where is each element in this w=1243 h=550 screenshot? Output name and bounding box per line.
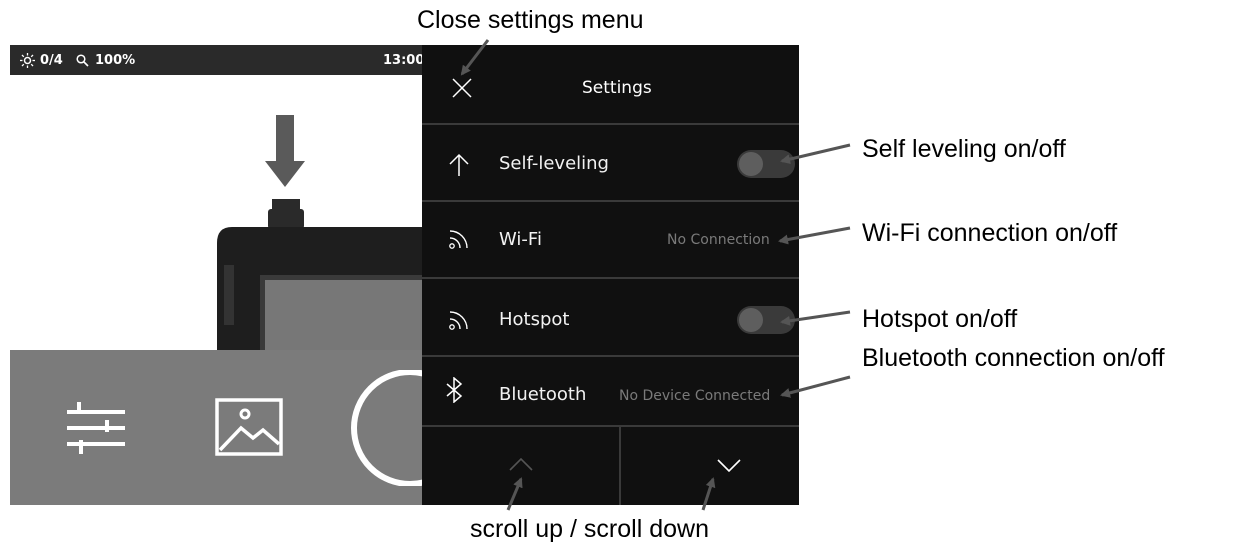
callout-arrows xyxy=(460,39,851,511)
arrow-bluetooth xyxy=(780,375,851,398)
arrow-scroll-up xyxy=(506,477,523,511)
arrow-wifi xyxy=(778,226,851,245)
arrow-close xyxy=(460,39,490,76)
arrow-self-leveling xyxy=(780,143,851,165)
arrow-scroll-down xyxy=(701,477,716,511)
arrow-hotspot xyxy=(780,310,851,326)
